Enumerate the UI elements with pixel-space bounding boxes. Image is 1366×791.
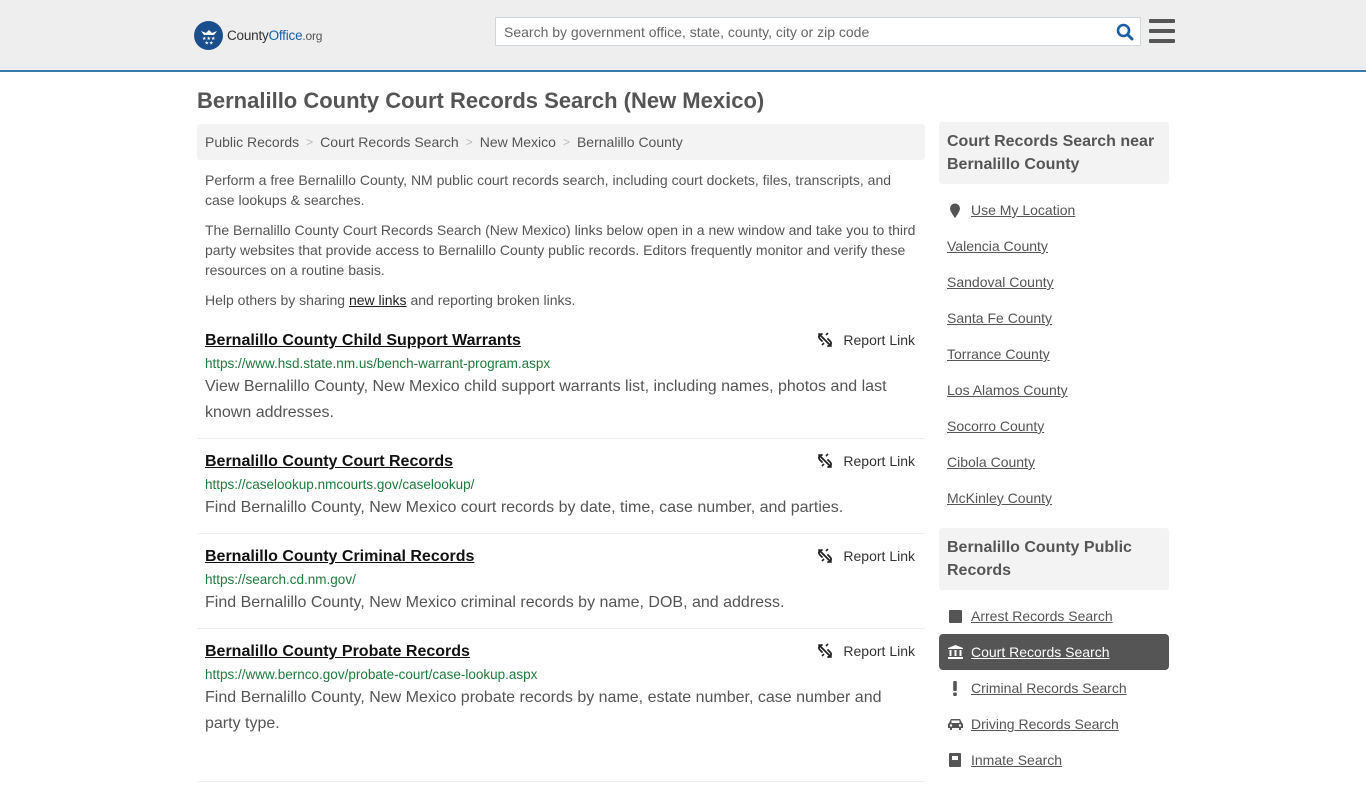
nearby-county-item: Torrance County bbox=[939, 336, 1169, 372]
record-description: Find Bernalillo County, New Mexico court… bbox=[205, 499, 844, 516]
driving-records-link[interactable]: Driving Records Search bbox=[971, 716, 1119, 732]
court-records-link[interactable]: Court Records Search bbox=[971, 644, 1110, 660]
nearby-county-link[interactable]: McKinley County bbox=[947, 490, 1052, 506]
nearby-county-link[interactable]: Los Alamos County bbox=[947, 382, 1068, 398]
nearby-county-item: Sandoval County bbox=[939, 264, 1169, 300]
record-item: Bernalillo County Child Support Warrants… bbox=[197, 327, 925, 439]
intro-text: Perform a free Bernalillo County, NM pub… bbox=[205, 170, 921, 320]
criminal-records-link[interactable]: Criminal Records Search bbox=[971, 680, 1127, 696]
nearby-list: Use My Location Valencia County Sandoval… bbox=[939, 184, 1169, 528]
courthouse-icon bbox=[947, 645, 963, 659]
record-item: Bernalillo County Probate Records Report… bbox=[197, 638, 925, 782]
breadcrumb-court-records-search[interactable]: Court Records Search bbox=[320, 134, 459, 150]
breadcrumb-new-mexico[interactable]: New Mexico bbox=[480, 134, 556, 150]
broken-link-icon bbox=[818, 548, 833, 563]
intro-paragraph: Perform a free Bernalillo County, NM pub… bbox=[205, 172, 892, 208]
record-title-link[interactable]: Bernalillo County Child Support Warrants bbox=[205, 330, 521, 352]
search-box bbox=[495, 17, 1141, 46]
svg-text:★★: ★★ bbox=[204, 41, 213, 47]
nearby-county-item: Socorro County bbox=[939, 408, 1169, 444]
nearby-county-item: Cibola County bbox=[939, 444, 1169, 480]
nearby-county-item: Santa Fe County bbox=[939, 300, 1169, 336]
nearby-county-link[interactable]: Valencia County bbox=[947, 238, 1048, 254]
site-header: ★★★ ★★ CountyOffice.org bbox=[0, 0, 1366, 72]
page-title: Bernalillo County Court Records Search (… bbox=[197, 88, 765, 113]
share-links-paragraph: Help others by sharing new links and rep… bbox=[205, 292, 576, 308]
search-icon bbox=[1116, 23, 1134, 40]
broken-link-icon bbox=[818, 453, 833, 468]
record-url: https://www.hsd.state.nm.us/bench-warran… bbox=[205, 356, 551, 371]
report-link-button[interactable]: Report Link bbox=[817, 643, 915, 659]
logo-text: CountyOffice.org bbox=[227, 27, 323, 43]
record-item: Bernalillo County Court Records Report L… bbox=[197, 448, 925, 534]
record-description: View Bernalillo County, New Mexico child… bbox=[205, 378, 887, 421]
sidebar: Court Records Search near Bernalillo Cou… bbox=[939, 122, 1169, 790]
record-item: Bernalillo County Criminal Records Repor… bbox=[197, 543, 925, 629]
exclamation-icon bbox=[947, 680, 963, 696]
record-title-link[interactable]: Bernalillo County Court Records bbox=[205, 451, 453, 473]
use-my-location-link[interactable]: Use My Location bbox=[971, 202, 1075, 218]
nearby-county-link[interactable]: Sandoval County bbox=[947, 274, 1054, 290]
sidebar-item-inmate-search: Inmate Search bbox=[939, 742, 1169, 778]
inmate-icon bbox=[947, 753, 963, 767]
site-logo[interactable]: ★★★ ★★ CountyOffice.org bbox=[194, 20, 322, 50]
use-my-location-item: Use My Location bbox=[939, 192, 1169, 228]
search-button[interactable] bbox=[1110, 18, 1140, 45]
nearby-heading: Court Records Search near Bernalillo Cou… bbox=[939, 122, 1169, 184]
breadcrumb: Public Records > Court Records Search > … bbox=[197, 124, 925, 160]
inmate-search-link[interactable]: Inmate Search bbox=[971, 752, 1062, 768]
nearby-county-link[interactable]: Cibola County bbox=[947, 454, 1035, 470]
nearby-county-item: Los Alamos County bbox=[939, 372, 1169, 408]
nearby-county-link[interactable]: Santa Fe County bbox=[947, 310, 1052, 326]
breadcrumb-separator: > bbox=[465, 135, 473, 149]
record-title-link[interactable]: Bernalillo County Criminal Records bbox=[205, 546, 474, 568]
nearby-county-link[interactable]: Socorro County bbox=[947, 418, 1044, 434]
record-title-link[interactable]: Bernalillo County Probate Records bbox=[205, 641, 470, 663]
record-url: https://caselookup.nmcourts.gov/caselook… bbox=[205, 477, 475, 492]
sidebar-item-criminal-records: Criminal Records Search bbox=[939, 670, 1169, 706]
record-url: https://www.bernco.gov/probate-court/cas… bbox=[205, 667, 538, 682]
breadcrumb-separator: > bbox=[562, 135, 570, 149]
report-link-button[interactable]: Report Link bbox=[817, 332, 915, 348]
nearby-county-link[interactable]: Torrance County bbox=[947, 346, 1050, 362]
sidebar-item-driving-records: Driving Records Search bbox=[939, 706, 1169, 742]
record-description: Find Bernalillo County, New Mexico crimi… bbox=[205, 594, 785, 611]
public-records-heading: Bernalillo County Public Records bbox=[939, 528, 1169, 590]
square-icon bbox=[947, 609, 963, 623]
nearby-county-item: Valencia County bbox=[939, 228, 1169, 264]
search-input[interactable] bbox=[496, 18, 1110, 45]
breadcrumb-separator: > bbox=[306, 135, 314, 149]
report-link-button[interactable]: Report Link bbox=[817, 453, 915, 469]
broken-link-icon bbox=[818, 643, 833, 658]
breadcrumb-bernalillo-county[interactable]: Bernalillo County bbox=[577, 134, 683, 150]
report-link-button[interactable]: Report Link bbox=[817, 548, 915, 564]
nearby-county-item: McKinley County bbox=[939, 480, 1169, 516]
records-list: Bernalillo County Child Support Warrants… bbox=[197, 327, 925, 791]
breadcrumb-public-records[interactable]: Public Records bbox=[205, 134, 299, 150]
new-links-link[interactable]: new links bbox=[349, 292, 407, 308]
eagle-stars-icon: ★★★ ★★ bbox=[194, 20, 223, 50]
record-description: Find Bernalillo County, New Mexico proba… bbox=[205, 689, 882, 732]
record-url: https://search.cd.nm.gov/ bbox=[205, 572, 356, 587]
car-icon bbox=[947, 718, 963, 730]
intro-paragraph: The Bernalillo County Court Records Sear… bbox=[205, 222, 916, 278]
sidebar-item-arrest-records: Arrest Records Search bbox=[939, 598, 1169, 634]
arrest-records-link[interactable]: Arrest Records Search bbox=[971, 608, 1113, 624]
public-records-list: Arrest Records Search Court Records Sear… bbox=[939, 590, 1169, 790]
map-marker-icon bbox=[947, 203, 963, 218]
broken-link-icon bbox=[818, 332, 833, 347]
sidebar-item-court-records: Court Records Search bbox=[939, 634, 1169, 670]
hamburger-menu-icon[interactable] bbox=[1149, 19, 1175, 43]
